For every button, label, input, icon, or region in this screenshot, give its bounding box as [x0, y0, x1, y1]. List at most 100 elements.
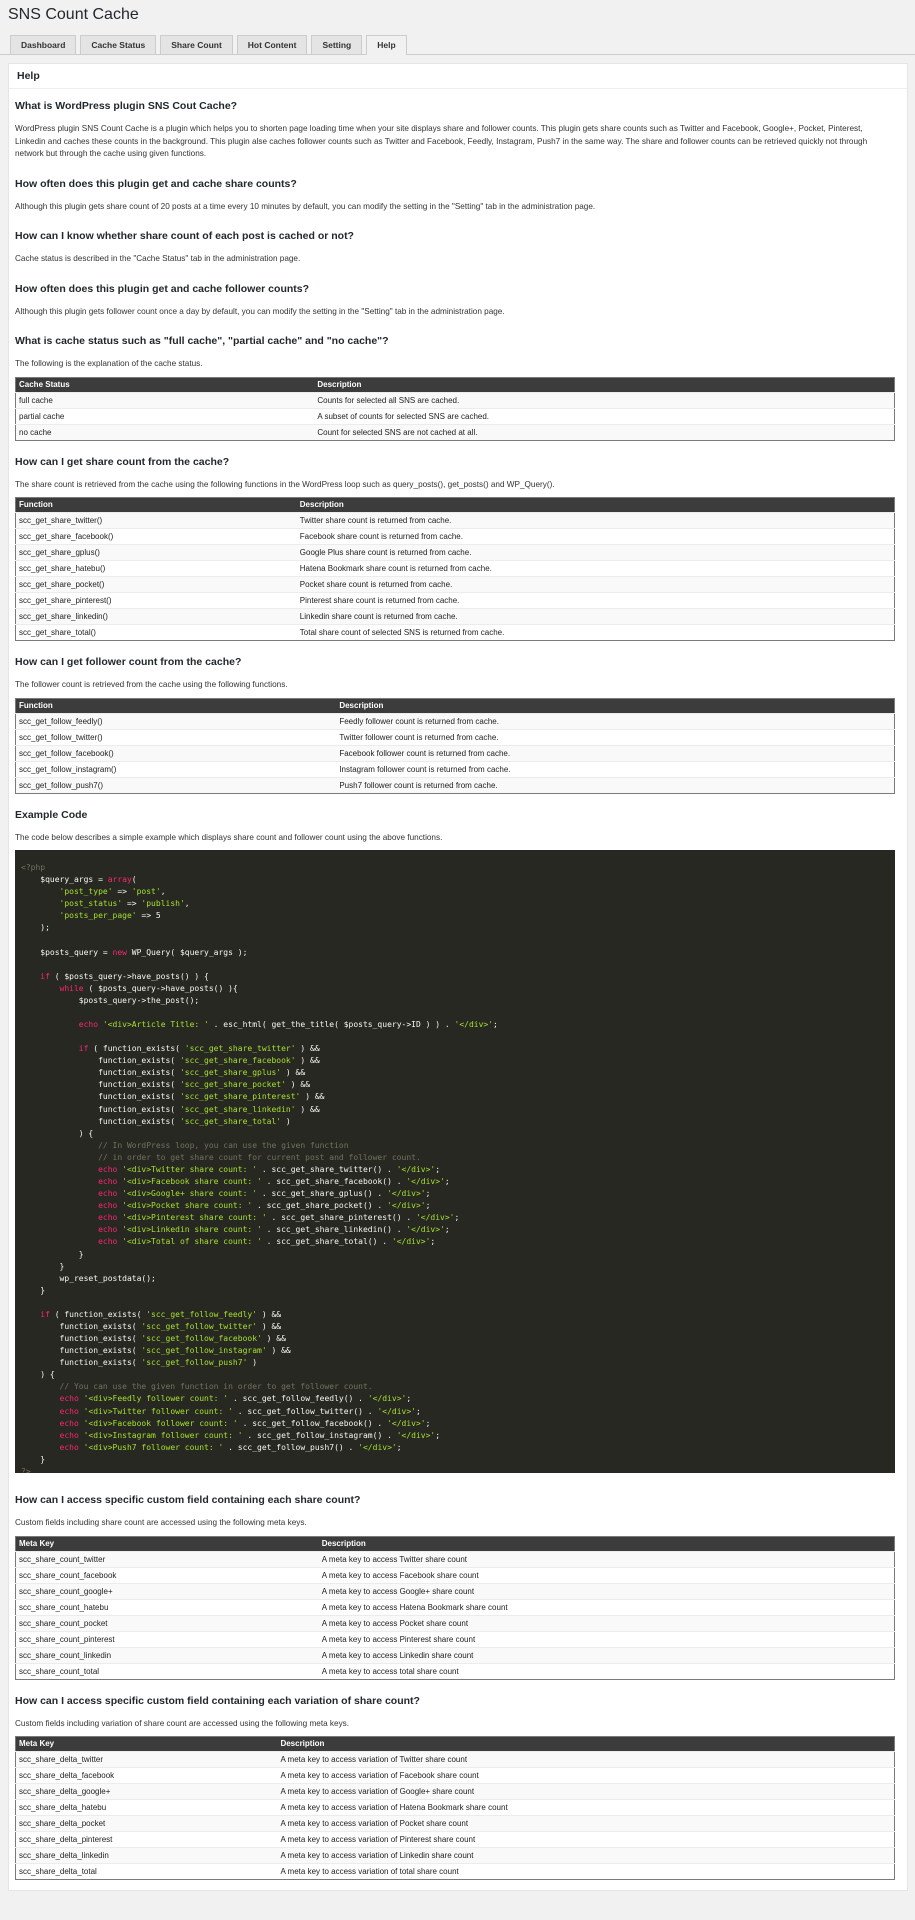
table-row: scc_share_count_linkedin A meta key to ac…	[15, 1646, 895, 1663]
table-cell: full cache	[15, 391, 315, 408]
table-row: scc_get_share_total() Total share count o…	[15, 624, 895, 641]
section-title: How can I access specific custom field c…	[15, 1694, 420, 1707]
code-token: $posts_query =	[21, 947, 113, 957]
code-token: '</div>'	[387, 1418, 426, 1428]
table-cell: scc_share_delta_google+	[15, 1783, 278, 1800]
code-token: '</div>'	[406, 1177, 445, 1187]
tab-share-count[interactable]: Share Count	[160, 35, 233, 54]
section-text: The follower count is retrieved from the…	[15, 680, 288, 689]
code-token: =>	[112, 887, 132, 897]
table-cell: Linkedin share count is returned from ca…	[296, 608, 895, 625]
code-token: 'scc_get_follow_facebook'	[141, 1334, 262, 1344]
table-cell: scc_share_count_google+	[15, 1582, 319, 1599]
code-token: '<div>Facebook share count: '	[122, 1177, 262, 1187]
code-token: echo	[59, 1394, 79, 1404]
code-token: ;	[435, 1164, 441, 1174]
table-cell: Google Plus share count is returned from…	[296, 544, 895, 561]
tab-setting[interactable]: Setting	[311, 35, 363, 54]
code-token: function_exists(	[21, 1068, 180, 1078]
table-cell: A meta key to access variation of Facebo…	[277, 1767, 895, 1784]
table-row: full cache Counts for selected all SNS ar…	[15, 391, 895, 408]
code-token: '</div>'	[387, 1189, 426, 1199]
code-token: echo	[98, 1213, 118, 1223]
code-token: . scc_get_follow_push7() .	[223, 1442, 359, 1452]
table-cell: scc_get_follow_facebook()	[15, 744, 337, 761]
table-row: scc_share_count_total A meta key to acces…	[15, 1662, 895, 1679]
code-token: 'scc_get_follow_feedly'	[146, 1309, 258, 1319]
table-cell: A meta key to access Facebook share coun…	[318, 1566, 895, 1583]
column-header: Function	[15, 497, 297, 513]
code-token: function_exists(	[21, 1104, 180, 1114]
table-row: scc_share_delta_total A meta key to acces…	[15, 1863, 895, 1880]
follow-functions-table: Function Description scc_get_follow_feedly…	[15, 697, 895, 794]
code-token: '<div>Instagram follower count: '	[83, 1430, 243, 1440]
code-token: '<div>Pocket share count: '	[122, 1201, 253, 1211]
code-token: ) &&	[295, 1056, 320, 1066]
section-text: Custom fields including variation of sha…	[15, 1718, 350, 1728]
table-cell: scc_share_count_linkedin	[15, 1646, 319, 1663]
code-token: );	[21, 923, 50, 933]
code-token: '</div>'	[387, 1201, 426, 1211]
code-token: wp_reset_postdata();	[21, 1273, 156, 1283]
table-cell: Facebook share count is returned from ca…	[296, 528, 895, 545]
code-token: ;	[444, 1177, 450, 1187]
code-token: if	[40, 971, 50, 981]
table-row: scc_get_follow_instagram() Instagram foll…	[15, 760, 895, 777]
code-token: 'scc_get_share_twitter'	[184, 1044, 296, 1054]
code-token: '</div>'	[391, 1237, 431, 1247]
tab-dashboard[interactable]: Dashboard	[10, 35, 77, 54]
code-token: ;	[430, 1237, 436, 1247]
section-title: How can I access specific custom field c…	[15, 1494, 361, 1506]
tab-cache-status[interactable]: Cache Status	[80, 35, 157, 54]
tab-help[interactable]: Help	[366, 35, 407, 55]
table-cell: A meta key to access Linkedin share coun…	[318, 1646, 895, 1663]
code-token: function_exists(	[21, 1334, 142, 1344]
code-token: '<div>Twitter follower count: '	[83, 1406, 233, 1416]
table-cell: A meta key to access variation of Hatena…	[277, 1799, 895, 1816]
table-cell: Feedly follower count is returned from c…	[336, 712, 895, 729]
code-token: ;	[444, 1225, 450, 1235]
code-token: ( function_exists(	[88, 1044, 185, 1054]
table-cell: scc_share_count_hatebu	[15, 1598, 319, 1615]
table-cell: scc_share_delta_linkedin	[15, 1847, 278, 1864]
code-token: ,	[160, 887, 166, 897]
code-token: ;	[425, 1418, 431, 1428]
code-token: '</div>'	[454, 1020, 494, 1030]
column-header: Cache Status	[15, 377, 315, 392]
code-token: }	[21, 1249, 84, 1259]
table-row: scc_get_share_pocket() Pocket share count…	[15, 576, 895, 593]
table-row: scc_share_delta_facebook A meta key to ac…	[15, 1767, 895, 1784]
table-cell: Hatena Bookmark share count is returned …	[296, 560, 895, 577]
table-cell: A meta key to access variation of Twitte…	[277, 1751, 895, 1768]
table-row: scc_share_count_google+ A meta key to acc…	[15, 1582, 895, 1599]
table-cell: scc_share_delta_hatebu	[15, 1799, 278, 1816]
code-token: 'publish'	[141, 899, 185, 909]
table-cell: Facebook follower count is returned from…	[336, 744, 895, 761]
code-token: . scc_get_share_twitter() .	[257, 1164, 397, 1174]
code-token: '</div>'	[377, 1406, 416, 1416]
code-token: '<div>Google+ share count: '	[122, 1189, 258, 1199]
code-token: . scc_get_follow_instagram() .	[242, 1430, 397, 1440]
table-row: scc_get_share_facebook() Facebook share c…	[15, 528, 895, 545]
code-token: (	[131, 875, 137, 885]
table-row: scc_share_delta_linkedin A meta key to ac…	[15, 1847, 895, 1864]
table-row: scc_get_share_pinterest() Pinterest share…	[15, 592, 895, 609]
code-token: 'post_status'	[59, 899, 123, 909]
table-row: scc_get_share_twitter() Twitter share cou…	[15, 512, 895, 529]
code-token: echo	[59, 1430, 79, 1440]
column-header: Function	[15, 698, 337, 713]
code-token: '<div>Facebook follower count: '	[83, 1418, 238, 1428]
code-token: if	[40, 1309, 50, 1319]
table-cell: A meta key to access total share count	[318, 1662, 895, 1679]
code-token: . scc_get_share_linkedin() .	[261, 1225, 407, 1235]
tab-hot-content[interactable]: Hot Content	[236, 35, 308, 54]
section-text: Cache status is described in the "Cache …	[15, 254, 301, 263]
page-title: SNS Count Cache	[8, 6, 139, 23]
code-token: ,	[184, 899, 190, 909]
